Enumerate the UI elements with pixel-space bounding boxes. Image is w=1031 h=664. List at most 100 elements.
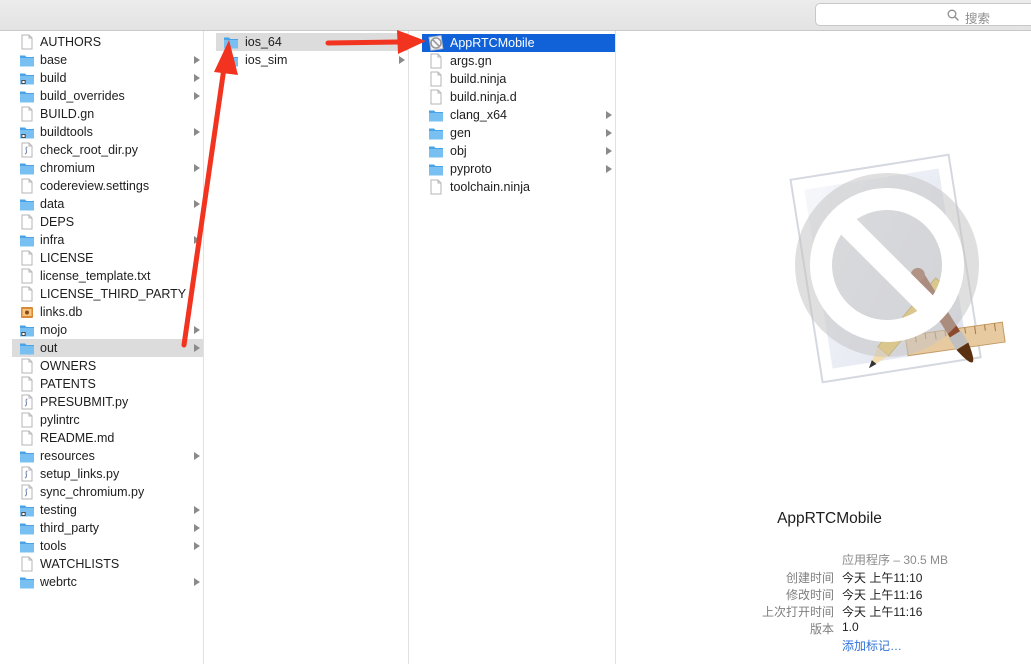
list-item-build-gn[interactable]: BUILD.gn: [12, 105, 203, 123]
list-item-presubmit-py[interactable]: PRESUBMIT.py: [12, 393, 203, 411]
list-item-chromium[interactable]: chromium: [12, 159, 203, 177]
column-out[interactable]: ios_64 ios_sim: [216, 31, 409, 664]
chevron-right-icon: [194, 506, 200, 514]
script-icon: [21, 394, 33, 410]
item-label: OWNERS: [40, 359, 97, 373]
list-item-tools[interactable]: tools: [12, 537, 203, 555]
item-label: PRESUBMIT.py: [40, 395, 129, 409]
list-item-infra[interactable]: infra: [12, 231, 203, 249]
list-item-links-db[interactable]: links.db: [12, 303, 203, 321]
list-item-base[interactable]: base: [12, 51, 203, 69]
item-label: gen: [450, 126, 471, 140]
item-label: third_party: [40, 521, 100, 535]
list-item-patents[interactable]: PATENTS: [12, 375, 203, 393]
doc-icon: [21, 430, 33, 446]
list-item-license-third-party[interactable]: LICENSE_THIRD_PARTY: [12, 285, 203, 303]
doc-icon: [430, 53, 442, 69]
doc-icon: [21, 214, 33, 230]
list-item-buildtools[interactable]: buildtools: [12, 123, 203, 141]
folder-icon: [429, 164, 443, 176]
list-item-deps[interactable]: DEPS: [12, 213, 203, 231]
item-label: build_overrides: [40, 89, 125, 103]
item-label: obj: [450, 144, 467, 158]
list-item-apprtcmobile[interactable]: AppRTCMobile: [422, 34, 615, 52]
item-label: setup_links.py: [40, 467, 120, 481]
item-label: sync_chromium.py: [40, 485, 145, 499]
list-item-license[interactable]: LICENSE: [12, 249, 203, 267]
list-item-owners[interactable]: OWNERS: [12, 357, 203, 375]
finder-toolbar: 搜索: [0, 0, 1031, 31]
item-label: args.gn: [450, 54, 492, 68]
folder-icon: [20, 343, 34, 355]
list-item-clang-x64[interactable]: clang_x64: [422, 106, 615, 124]
list-item-build[interactable]: build: [12, 69, 203, 87]
list-item-license-template-txt[interactable]: license_template.txt: [12, 267, 203, 285]
folder-badge-icon: [20, 505, 34, 517]
list-item-ios-sim[interactable]: ios_sim: [216, 51, 408, 69]
list-item-sync-chromium-py[interactable]: sync_chromium.py: [12, 483, 203, 501]
folder-icon: [20, 577, 34, 589]
list-item-toolchain-ninja[interactable]: toolchain.ninja: [422, 178, 615, 196]
item-label: toolchain.ninja: [450, 180, 530, 194]
chevron-right-icon: [194, 542, 200, 550]
column-root[interactable]: AUTHORS base build build_overrides BUILD.gn b…: [12, 31, 204, 664]
folder-icon: [224, 37, 238, 49]
list-item-pyproto[interactable]: pyproto: [422, 160, 615, 178]
list-item-pylintrc[interactable]: pylintrc: [12, 411, 203, 429]
list-item-testing[interactable]: testing: [12, 501, 203, 519]
search-icon: [947, 9, 959, 21]
list-item-mojo[interactable]: mojo: [12, 321, 203, 339]
item-label: mojo: [40, 323, 68, 337]
list-item-setup-links-py[interactable]: setup_links.py: [12, 465, 203, 483]
list-item-third-party[interactable]: third_party: [12, 519, 203, 537]
list-item-webrtc[interactable]: webrtc: [12, 573, 203, 591]
chevron-right-icon: [194, 236, 200, 244]
list-item-authors[interactable]: AUTHORS: [12, 33, 203, 51]
folder-icon: [20, 91, 34, 103]
item-label: testing: [40, 503, 77, 517]
list-item-data[interactable]: data: [12, 195, 203, 213]
script-icon: [21, 142, 33, 158]
item-label: resources: [40, 449, 95, 463]
list-item-out[interactable]: out: [12, 339, 203, 357]
list-item-build-ninja[interactable]: build.ninja: [422, 70, 615, 88]
preview-version-value: 1.0: [842, 620, 859, 634]
list-item-args-gn[interactable]: args.gn: [422, 52, 615, 70]
doc-icon: [21, 106, 33, 122]
item-label: tools: [40, 539, 67, 553]
column-ios-64[interactable]: AppRTCMobile args.gn build.ninja build.ninj…: [422, 31, 616, 664]
item-label: DEPS: [40, 215, 75, 229]
add-tags-link[interactable]: 添加标记…: [842, 637, 902, 654]
folder-badge-icon: [20, 127, 34, 139]
list-item-gen[interactable]: gen: [422, 124, 615, 142]
chevron-right-icon: [194, 200, 200, 208]
search-placeholder: 搜索: [965, 12, 991, 26]
item-label: PATENTS: [40, 377, 96, 391]
doc-icon: [430, 179, 442, 195]
list-item-obj[interactable]: obj: [422, 142, 615, 160]
chevron-right-icon: [194, 92, 200, 100]
list-item-check-root-dir-py[interactable]: check_root_dir.py: [12, 141, 203, 159]
list-item-ios-64[interactable]: ios_64: [216, 33, 408, 51]
chevron-right-icon: [194, 452, 200, 460]
list-item-build-ninja-d[interactable]: build.ninja.d: [422, 88, 615, 106]
search-input[interactable]: 搜索: [815, 3, 1031, 26]
item-label: codereview.settings: [40, 179, 150, 193]
item-label: data: [40, 197, 65, 211]
chevron-right-icon: [194, 56, 200, 64]
preview-created-label: 创建时间: [785, 571, 834, 585]
item-label: LICENSE: [40, 251, 94, 265]
item-label: out: [40, 341, 58, 355]
folder-badge-icon: [20, 73, 34, 85]
list-item-codereview-settings[interactable]: codereview.settings: [12, 177, 203, 195]
list-item-watchlists[interactable]: WATCHLISTS: [12, 555, 203, 573]
chevron-right-icon: [399, 38, 405, 46]
doc-icon: [21, 556, 33, 572]
chevron-right-icon: [194, 74, 200, 82]
script-icon: [21, 466, 33, 482]
item-label: clang_x64: [450, 108, 507, 122]
list-item-readme-md[interactable]: README.md: [12, 429, 203, 447]
item-label: infra: [40, 233, 65, 247]
list-item-resources[interactable]: resources: [12, 447, 203, 465]
list-item-build-overrides[interactable]: build_overrides: [12, 87, 203, 105]
